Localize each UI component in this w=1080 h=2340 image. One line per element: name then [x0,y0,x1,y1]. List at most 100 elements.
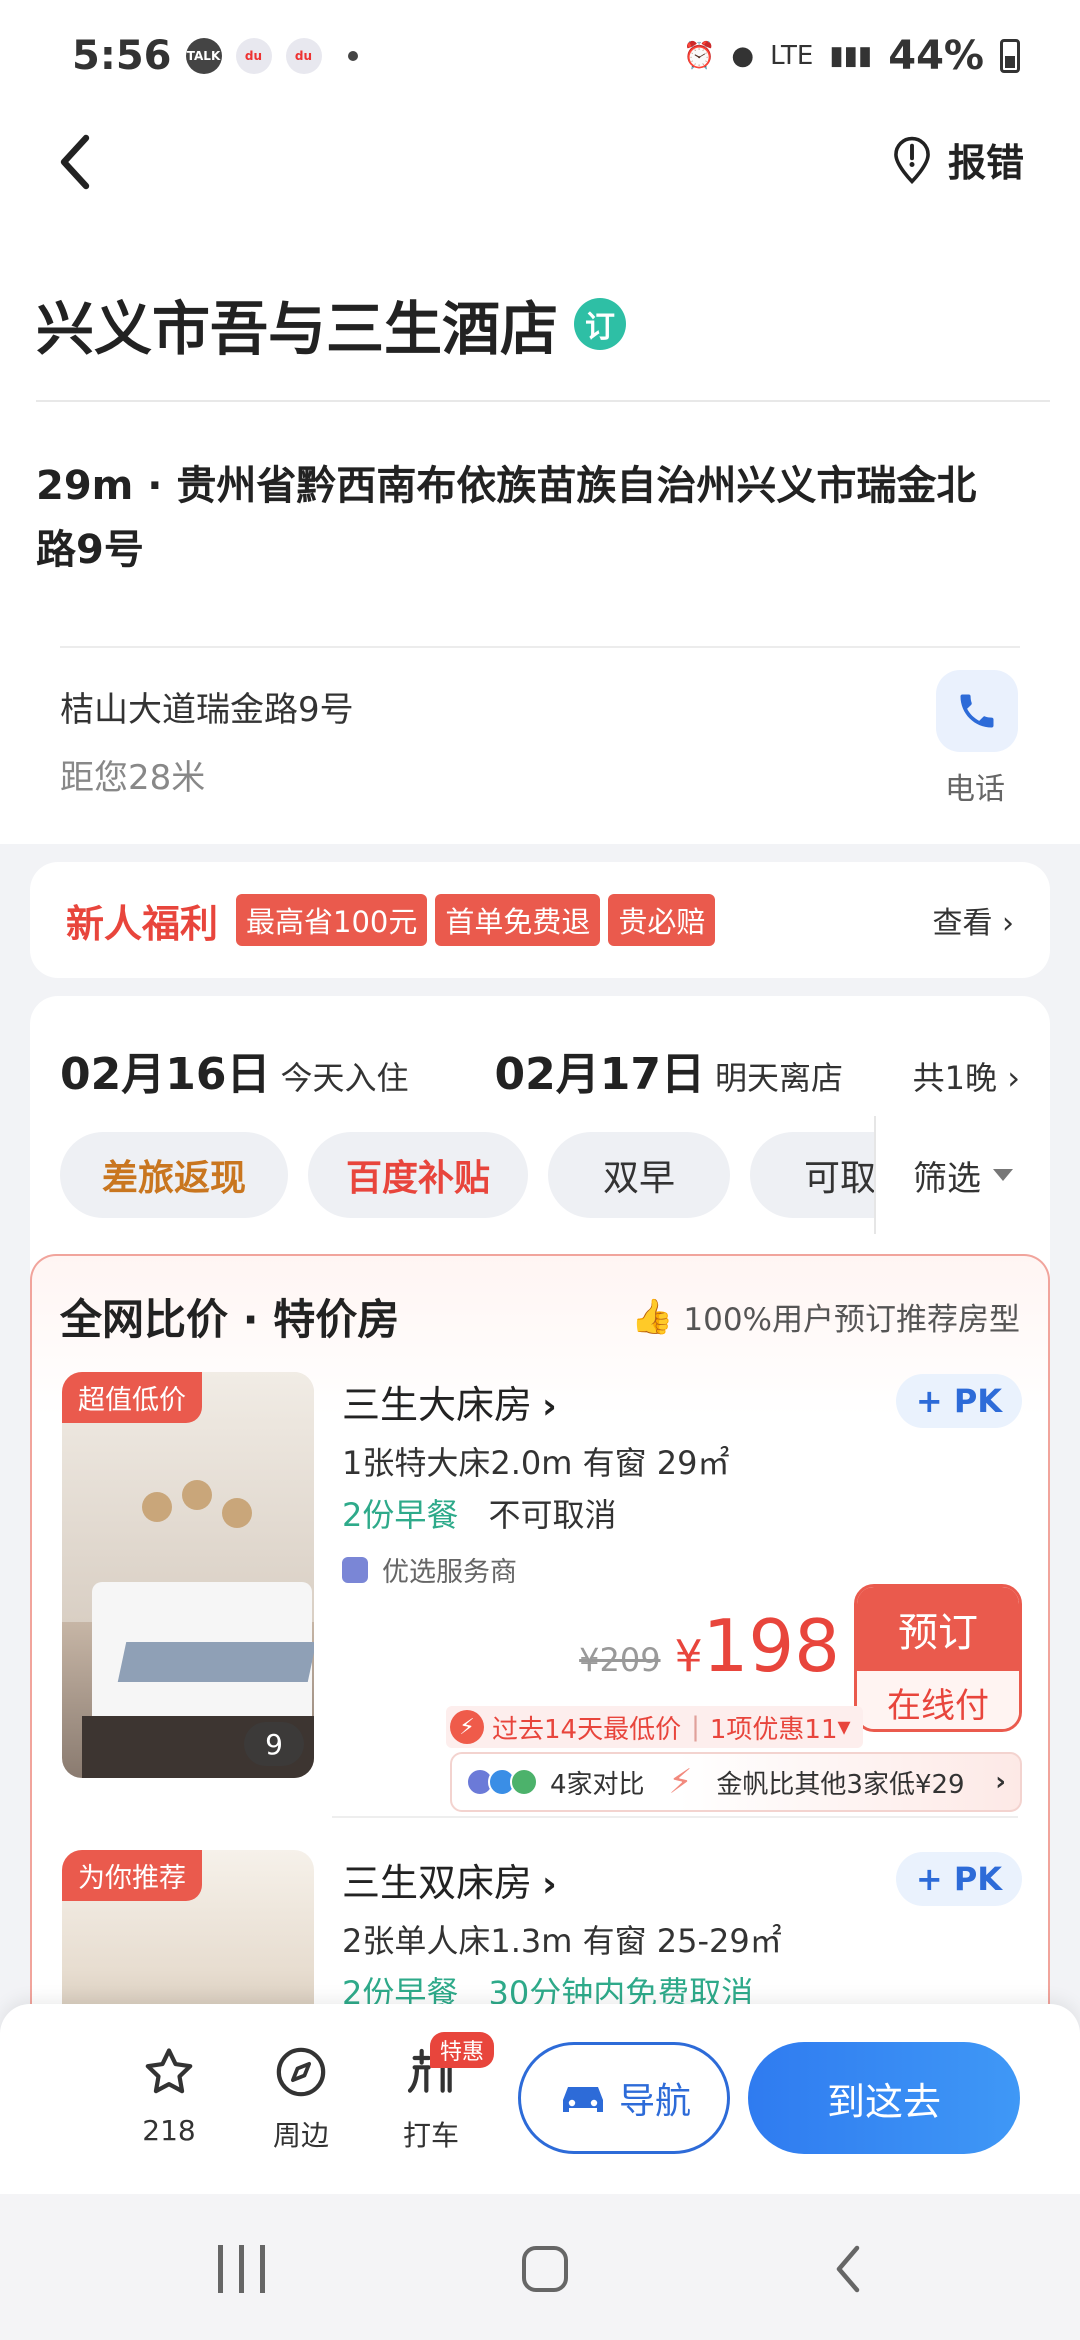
battery-icon [1000,39,1020,73]
caret-down-icon: ▾ [837,1712,851,1742]
room-name[interactable]: 三生双床房 › [342,1852,557,1907]
discount-text: 1项优惠11 [709,1714,838,1745]
checkin-date: 02月16日 [60,1049,271,1100]
price-compare-bar[interactable]: 4家对比 ⚡ 金帆比其他3家低¥29 › [450,1752,1022,1812]
room-name[interactable]: 三生大床房 › [342,1374,557,1429]
go-here-button[interactable]: 到这去 [748,2042,1020,2154]
room-photo[interactable]: 超值低价 9 [62,1372,314,1778]
signal-icon: ▮▮▮ [829,41,873,71]
back-button[interactable] [52,132,112,202]
baidu-map-icon: du [285,38,322,74]
lowest-price-badge[interactable]: ⚡ 过去14天最低价 | 1项优惠11 ▾ [446,1706,863,1748]
hotel-title: 兴义市吾与三生酒店 订 [36,282,627,366]
report-icon [894,136,930,184]
taxi-badge: 特惠 [430,2032,495,2068]
bookable-badge: 订 [574,298,627,350]
benefit-tag: 贵必赔 [608,894,716,946]
caret-down-icon [993,1169,1013,1181]
book-button[interactable]: 预订 在线付 [854,1584,1022,1732]
benefit-tag: 最高省100元 [236,894,428,946]
filter-chip-double-breakfast[interactable]: 双早 [548,1132,730,1218]
filter-label: 筛选 [913,1158,981,1199]
location-icon: ● [731,41,755,71]
hotel-info: 兴义市吾与三生酒店 订 29m · 贵州省黔西南布依族苗族自治州兴义市瑞金北路9… [0,232,1080,844]
notification-dot-icon [347,51,358,61]
filter-chip-baidu-subsidy[interactable]: 百度补贴 [308,1132,528,1218]
filter-button[interactable]: 筛选 [874,1116,1050,1234]
original-price: ¥209 [579,1641,661,1679]
lightning-icon: ⚡ [450,1710,484,1744]
service-label: 优选服务商 [382,1557,517,1588]
benefit-more-link[interactable]: 查看 › [932,898,1014,942]
hotel-address[interactable]: 29m · 贵州省黔西南布依族苗族自治州兴义市瑞金北路9号 [36,454,1016,582]
report-label: 报错 [947,141,1024,185]
report-button[interactable]: 报错 [890,132,1024,187]
pk-button[interactable]: + PK [896,1374,1022,1428]
chevron-right-icon: › [995,1767,1006,1797]
taxi-button[interactable]: 特惠 打车 [386,2032,495,2154]
recent-apps-button[interactable] [206,2234,276,2304]
hotel-name: 兴义市吾与三生酒店 [36,295,559,363]
divider [60,646,1020,648]
bottom-action-bar: 218 周边 特惠 打车 导航 到这去 [0,2004,1080,2194]
nearby-button[interactable]: 周边 [256,2044,346,2154]
pk-button[interactable]: + PK [896,1852,1022,1906]
nearby-label: 周边 [272,2119,329,2152]
navigate-button[interactable]: 导航 [518,2042,730,2154]
recommend-text: 100%用户预订推荐房型 [683,1302,1020,1338]
nights-count: 共1晚 › [913,1053,1020,1099]
service-icon [342,1556,368,1583]
nights-label: 共1晚 [912,1059,998,1097]
platform-logo-icon [510,1768,538,1796]
back-icon [836,2245,860,2293]
status-bar: 5:56 TALK du du ⏰ ● LTE ▮▮▮ 44% [0,0,1080,112]
phone-button[interactable]: 电话 [936,670,1020,808]
book-label: 预订 [857,1587,1019,1671]
room-card[interactable]: 超值低价 9 三生大床房 › + PK 1张特大床2.0m 有窗 29㎡ 2份早餐… [62,1372,1022,1812]
chevron-right-icon: › [997,1059,1020,1097]
home-button[interactable] [510,2234,580,2304]
photo-count: 9 [244,1722,304,1766]
recommend-note: 👍 100%用户预订推荐房型 [631,1294,1020,1339]
favorite-button[interactable]: 218 [124,2044,214,2147]
lowest-price-text: 过去14天最低价 [492,1714,682,1745]
phone-icon [960,694,994,728]
thumbs-up-icon: 👍 [631,1296,674,1337]
cancel-policy: 不可取消 [488,1496,617,1534]
checkout-date: 02月17日 [494,1049,705,1100]
navigate-label: 导航 [618,2081,691,2122]
back-icon [60,134,90,190]
newcomer-benefit-bar[interactable]: 新人福利 最高省100元 首单免费退 贵必赔 查看 › [30,862,1050,978]
current-price: 198 [702,1604,840,1688]
stay-dates[interactable]: 02月16日 今天入住 02月17日 明天离店 共1晚 › [60,1038,1020,1102]
phone-icon-wrap [936,670,1018,752]
special-title: 全网比价 · 特价房 [60,1295,400,1344]
divider [332,1816,1018,1818]
filter-chip-travel-cashback[interactable]: 差旅返现 [60,1132,288,1218]
favorite-count: 218 [142,2114,196,2147]
taxi-label: 打车 [402,2119,459,2152]
chevron-right-icon: › [992,906,1014,941]
distance-text: 距您28米 [60,758,206,798]
star-icon [145,2048,193,2094]
room-name-label: 三生双床房 [342,1861,533,1905]
home-icon [522,2246,568,2292]
checkout-label: 明天离店 [714,1059,843,1097]
talk-icon: TALK [185,38,222,74]
room-tag: 超值低价 [62,1372,202,1423]
battery-level: 44% [888,33,984,79]
room-bed-info: 1张特大床2.0m 有窗 29㎡ [342,1444,730,1482]
street-address: 桔山大道瑞金路9号 [60,690,354,730]
benefit-more-label: 查看 [932,906,993,941]
status-time: 5:56 [72,33,172,79]
compare-count: 4家对比 [550,1769,645,1800]
alarm-icon: ⏰ [683,41,716,71]
room-tag: 为你推荐 [62,1850,202,1901]
system-nav-bar [0,2194,1080,2340]
compare-note: 金帆比其他3家低¥29 [716,1769,965,1800]
system-back-button[interactable] [818,2234,878,2304]
room-meal-info: 2份早餐 不可取消 [342,1490,617,1536]
phone-label: 电话 [945,772,1005,807]
currency-symbol: ¥ [674,1631,703,1682]
lightning-icon: ⚡ [668,1762,693,1802]
